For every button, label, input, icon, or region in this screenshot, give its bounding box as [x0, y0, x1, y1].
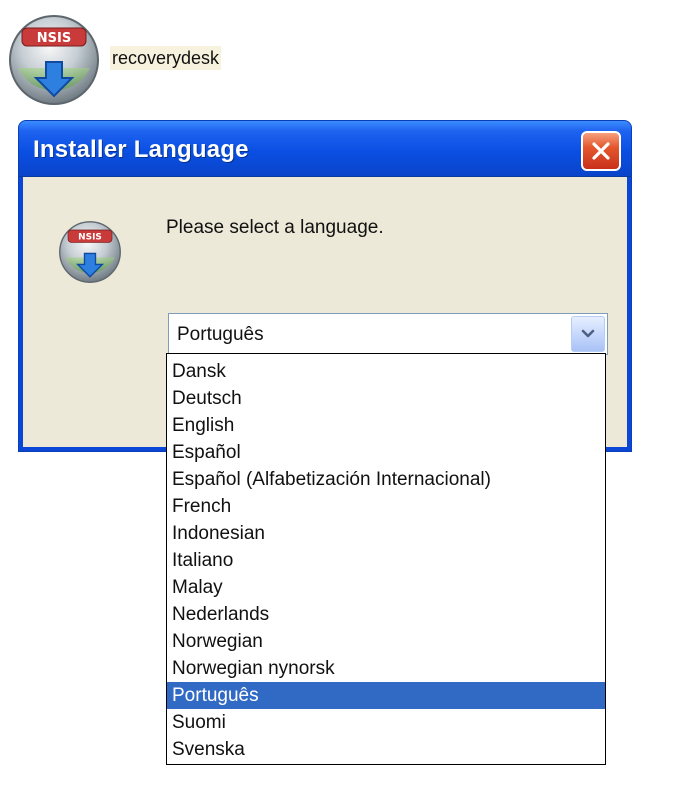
language-select-value: Português — [177, 324, 264, 345]
language-option-espanol-internacional[interactable]: Español (Alfabetización Internacional) — [167, 466, 605, 493]
language-option-english[interactable]: English — [167, 412, 605, 439]
language-option-suomi[interactable]: Suomi — [167, 709, 605, 736]
dialog-badge-text: NSIS — [78, 233, 102, 243]
language-option-malay[interactable]: Malay — [167, 574, 605, 601]
nsis-installer-icon: NSIS — [59, 221, 121, 283]
language-option-svenska[interactable]: Svenska — [167, 736, 605, 763]
dialog-title: Installer Language — [33, 136, 249, 163]
close-icon — [592, 142, 610, 160]
language-option-norwegian-nynorsk[interactable]: Norwegian nynorsk — [167, 655, 605, 682]
nsis-installer-icon: NSIS — [9, 15, 99, 105]
nsis-badge-text: NSIS — [37, 31, 71, 46]
language-option-norwegian[interactable]: Norwegian — [167, 628, 605, 655]
language-option-deutsch[interactable]: Deutsch — [167, 385, 605, 412]
language-option-french[interactable]: French — [167, 493, 605, 520]
language-select-arrow-button[interactable] — [571, 316, 605, 352]
language-prompt: Please select a language. — [166, 217, 384, 238]
language-option-portugues[interactable]: Português — [167, 682, 605, 709]
dialog-icon: NSIS — [57, 219, 123, 285]
language-option-dansk[interactable]: Dansk — [167, 358, 605, 385]
language-select[interactable]: Português — [168, 313, 608, 355]
chevron-down-icon — [581, 329, 595, 338]
language-option-nederlands[interactable]: Nederlands — [167, 601, 605, 628]
language-option-italiano[interactable]: Italiano — [167, 547, 605, 574]
language-option-espanol[interactable]: Español — [167, 439, 605, 466]
app-icon[interactable]: NSIS — [6, 12, 102, 108]
close-button[interactable] — [581, 131, 621, 171]
language-option-indonesian[interactable]: Indonesian — [167, 520, 605, 547]
language-dropdown-list[interactable]: Dansk Deutsch English Español Español (A… — [166, 353, 606, 765]
titlebar[interactable]: Installer Language — [19, 121, 631, 177]
app-label[interactable]: recoverydesk — [110, 46, 222, 70]
